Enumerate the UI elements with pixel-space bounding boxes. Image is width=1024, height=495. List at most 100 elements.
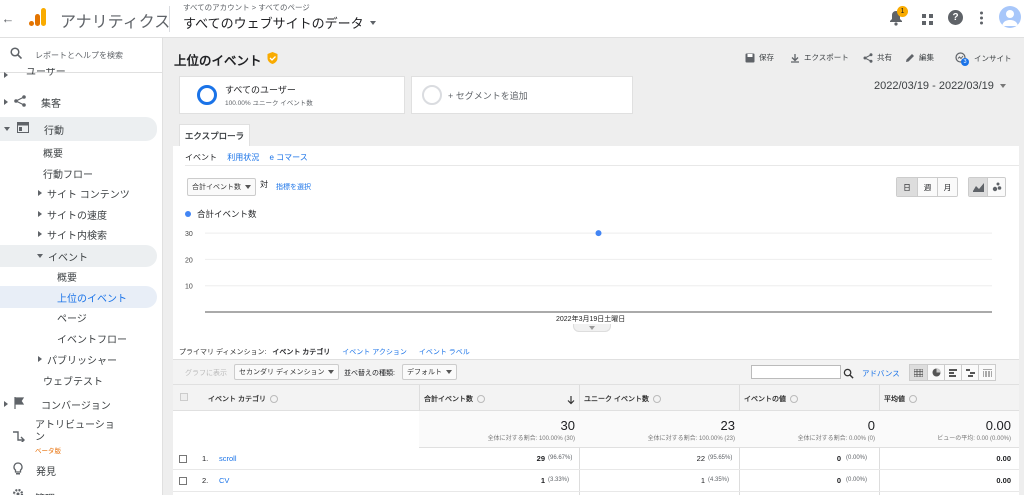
pivot-view-icon[interactable] (978, 365, 995, 380)
share-button[interactable]: 共有 (863, 52, 892, 63)
sidebar-item-experiments[interactable]: ウェブテスト (0, 369, 157, 391)
chevron-down-icon (37, 254, 43, 258)
metric-select[interactable]: 合計イベント数 (187, 178, 256, 196)
y-tick-label: 10 (185, 284, 193, 291)
table-search-input[interactable] (751, 365, 841, 379)
row-category-link[interactable]: scroll (219, 454, 237, 463)
breadcrumb[interactable]: すべてのアカウント > すべてのページ (183, 2, 310, 13)
select-all-checkbox[interactable] (180, 393, 188, 401)
sidebar-item-label: ウェブテスト (43, 376, 103, 388)
sidebar-item-events-pages[interactable]: ページ (0, 306, 157, 328)
help-icon[interactable] (269, 395, 278, 404)
plot-rows-button[interactable]: グラフに表示 (185, 368, 227, 378)
add-segment-button[interactable]: + セグメントを追加 (411, 76, 633, 114)
back-arrow-icon[interactable]: ← (0, 8, 16, 28)
help-icon[interactable]: ? (948, 10, 963, 25)
help-icon[interactable] (790, 395, 798, 404)
sidebar-search-placeholder: レポートとヘルプを検索 (35, 50, 123, 60)
column-header-event-value[interactable]: イベントの値 (744, 394, 798, 404)
sidebar-search[interactable]: レポートとヘルプを検索 (0, 38, 162, 72)
column-header-unique-events[interactable]: ユニーク イベント数 (584, 394, 661, 404)
more-vert-icon[interactable] (980, 11, 983, 25)
sort-desc-icon[interactable] (567, 392, 575, 410)
column-header-avg-value[interactable]: 平均値 (884, 394, 917, 404)
advanced-filter-link[interactable]: アドバンス (862, 368, 900, 379)
chevron-right-icon (38, 356, 42, 362)
dimension-event-label[interactable]: イベント ラベル (419, 349, 470, 356)
sidebar-item-events-flow[interactable]: イベントフロー (0, 327, 157, 349)
sidebar-item-discover[interactable]: 発見 (0, 459, 157, 481)
row-checkbox[interactable] (179, 455, 187, 463)
row-category-link[interactable]: CV (219, 476, 229, 485)
period-day-button[interactable]: 日 (897, 178, 917, 196)
sidebar-item-behavior-overview[interactable]: 概要 (0, 141, 157, 163)
row-total-events: 1 (540, 476, 545, 485)
row-checkbox[interactable] (179, 477, 187, 485)
performance-view-icon[interactable] (944, 365, 961, 380)
export-button[interactable]: エクスポート (790, 52, 849, 63)
breadcrumb-property[interactable]: すべてのページ (258, 3, 310, 12)
subtab-events[interactable]: イベント (185, 153, 217, 162)
help-icon[interactable] (477, 395, 485, 404)
dimension-event-category[interactable]: イベント カテゴリ (272, 349, 330, 356)
dimension-event-action[interactable]: イベント アクション (342, 349, 407, 356)
avatar[interactable] (999, 6, 1021, 28)
row-unique-pct: (4.35%) (708, 477, 730, 483)
help-icon[interactable] (909, 395, 917, 404)
column-header-category[interactable]: イベント カテゴリ (208, 394, 278, 404)
pie-view-icon[interactable] (927, 365, 944, 380)
sidebar-item-publisher[interactable]: パブリッシャー (0, 348, 157, 370)
secondary-dimension-select[interactable]: セカンダリ ディメンション (234, 364, 340, 380)
segment-all-users[interactable]: すべてのユーザー 100.00% ユニーク イベント数 (179, 76, 405, 114)
sidebar-item-attribution[interactable]: アトリビューション ベータ版 (0, 416, 157, 456)
search-icon[interactable] (843, 366, 854, 384)
insight-button[interactable]: 3 インサイト (955, 52, 1012, 66)
edit-button[interactable]: 編集 (905, 52, 934, 63)
tab-explorer[interactable]: エクスプローラ (179, 124, 250, 146)
sidebar-item-site-speed[interactable]: サイトの速度 (0, 203, 157, 225)
sidebar-item-events-overview[interactable]: 概要 (0, 265, 157, 287)
metric-select-label: 合計イベント数 (192, 184, 241, 191)
line-chart: 10 20 30 (185, 230, 992, 313)
data-point[interactable] (595, 230, 602, 237)
subtab-usage[interactable]: 利用状況 (227, 153, 259, 162)
sidebar-item-label: パブリッシャー (47, 355, 117, 367)
sidebar-item-events[interactable]: イベント (0, 245, 157, 267)
sidebar-item-site-search[interactable]: サイト内検索 (0, 223, 157, 245)
sidebar-item-users[interactable]: ユーザー (0, 68, 157, 78)
total-value: 30 (560, 417, 575, 433)
sidebar-item-admin[interactable]: 管理 (0, 484, 157, 495)
table-view-icon[interactable] (910, 365, 927, 380)
chart-collapse-handle[interactable] (573, 324, 611, 332)
sidebar-item-label: 概要 (43, 148, 63, 160)
date-range-picker[interactable]: 2022/03/19 - 2022/03/19 (874, 80, 1006, 92)
sidebar-item-site-content[interactable]: サイト コンテンツ (0, 182, 157, 204)
column-header-total-events[interactable]: 合計イベント数 (424, 394, 485, 404)
save-button[interactable]: 保存 (745, 52, 774, 63)
help-icon[interactable] (652, 395, 661, 404)
chevron-right-icon (38, 211, 42, 217)
segment-circle-icon (197, 85, 217, 105)
breadcrumb-account[interactable]: すべてのアカウント (183, 3, 250, 12)
sidebar-item-acquisition[interactable]: 集客 (0, 91, 157, 113)
row-event-value: 0 (836, 476, 841, 485)
period-week-button[interactable]: 週 (917, 178, 937, 196)
sidebar-item-label: イベント (48, 252, 88, 264)
sidebar-item-top-events[interactable]: 上位のイベント (0, 286, 157, 308)
sidebar-item-conversions[interactable]: コンバージョン (0, 393, 157, 415)
comparison-view-icon[interactable] (961, 365, 978, 380)
subtab-ecommerce[interactable]: e コマース (269, 153, 307, 162)
sidebar-item-behavior-flow[interactable]: 行動フロー (0, 162, 157, 184)
total-value: 23 (720, 417, 735, 433)
row-total-events: 29 (536, 454, 545, 463)
sidebar-item-behavior[interactable]: 行動 (0, 117, 157, 141)
view-selector[interactable]: すべてのウェブサイトのデータ (183, 13, 376, 32)
sidebar-item-label: 行動フロー (43, 169, 93, 181)
select-metric-link[interactable]: 指標を選択 (276, 182, 311, 192)
line-chart-icon[interactable] (969, 178, 987, 196)
motion-chart-icon[interactable] (987, 178, 1005, 196)
period-month-button[interactable]: 月 (937, 178, 957, 196)
subtab-divider (185, 165, 1019, 166)
apps-grid-icon[interactable] (922, 12, 933, 25)
sort-type-select[interactable]: デフォルト (402, 364, 457, 380)
